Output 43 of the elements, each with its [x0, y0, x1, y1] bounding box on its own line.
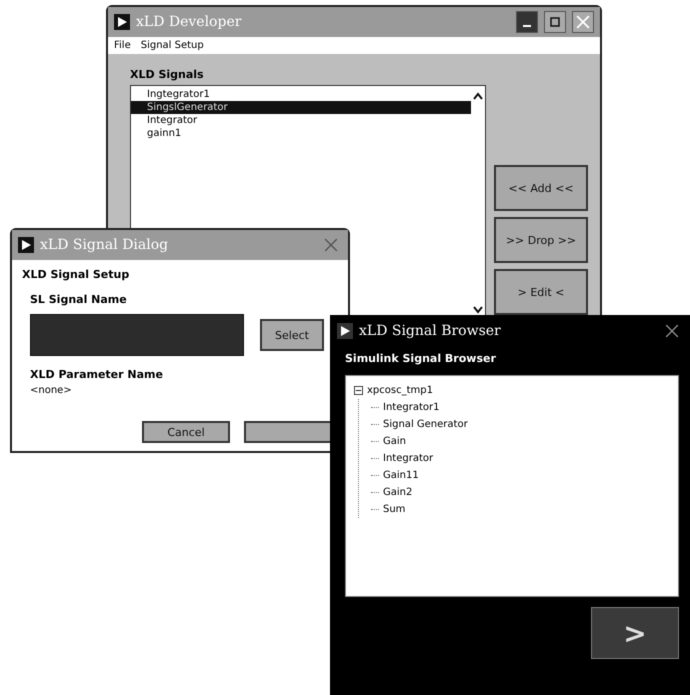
maximize-icon	[550, 17, 560, 27]
collapse-icon[interactable]	[354, 386, 363, 395]
tree-item[interactable]: Signal Generator	[383, 419, 468, 430]
cancel-button[interactable]: Cancel	[142, 421, 230, 443]
menu-item[interactable]: Signal Setup	[140, 40, 204, 51]
play-icon	[18, 237, 34, 253]
window-title: xLD Developer	[136, 14, 242, 30]
play-icon	[114, 14, 130, 30]
tree-item[interactable]: Gain11	[383, 470, 419, 481]
close-icon	[576, 15, 590, 29]
list-item[interactable]: Ingtegrator1	[131, 88, 471, 101]
close-button[interactable]	[572, 11, 594, 33]
signal-name-field[interactable]	[30, 314, 244, 356]
window-title: xLD Signal Dialog	[40, 237, 168, 253]
field-label: SL Signal Name	[29, 293, 128, 306]
play-icon	[337, 323, 353, 339]
parameter-value: <none>	[29, 385, 73, 396]
action-button[interactable]: << Add <<	[494, 165, 588, 211]
action-button[interactable]: > Edit <	[494, 269, 588, 315]
minimize-icon	[523, 25, 531, 27]
dialog-button[interactable]	[244, 421, 332, 443]
action-button[interactable]: >> Drop >>	[494, 217, 588, 263]
tree-item[interactable]: Gain	[383, 436, 406, 447]
maximize-button[interactable]	[544, 11, 566, 33]
field-label: XLD Parameter Name	[29, 368, 164, 381]
tree-item[interactable]: Integrator	[383, 453, 434, 464]
list-item[interactable]: SingslGenerator	[131, 101, 471, 114]
tree-item[interactable]: xpcosc_tmp1	[367, 385, 433, 396]
menu-item[interactable]: File	[114, 40, 131, 51]
window-title: xLD Signal Browser	[359, 323, 501, 339]
tree-item[interactable]: Sum	[383, 504, 406, 515]
list-item[interactable]: Integrator	[131, 114, 471, 127]
tree-item[interactable]: Gain2	[383, 487, 412, 498]
section-heading: Simulink Signal Browser	[344, 351, 497, 367]
list-item[interactable]: gainn1	[131, 127, 471, 140]
select-button[interactable]: Select	[260, 319, 324, 351]
close-icon	[665, 324, 679, 338]
close-icon	[324, 238, 338, 252]
list-label: XLD Signals	[130, 68, 205, 81]
next-button[interactable]: >	[591, 607, 679, 659]
minimize-button[interactable]	[516, 11, 538, 33]
section-heading: XLD Signal Setup	[22, 268, 130, 281]
tree-item[interactable]: Integrator1	[383, 402, 440, 413]
